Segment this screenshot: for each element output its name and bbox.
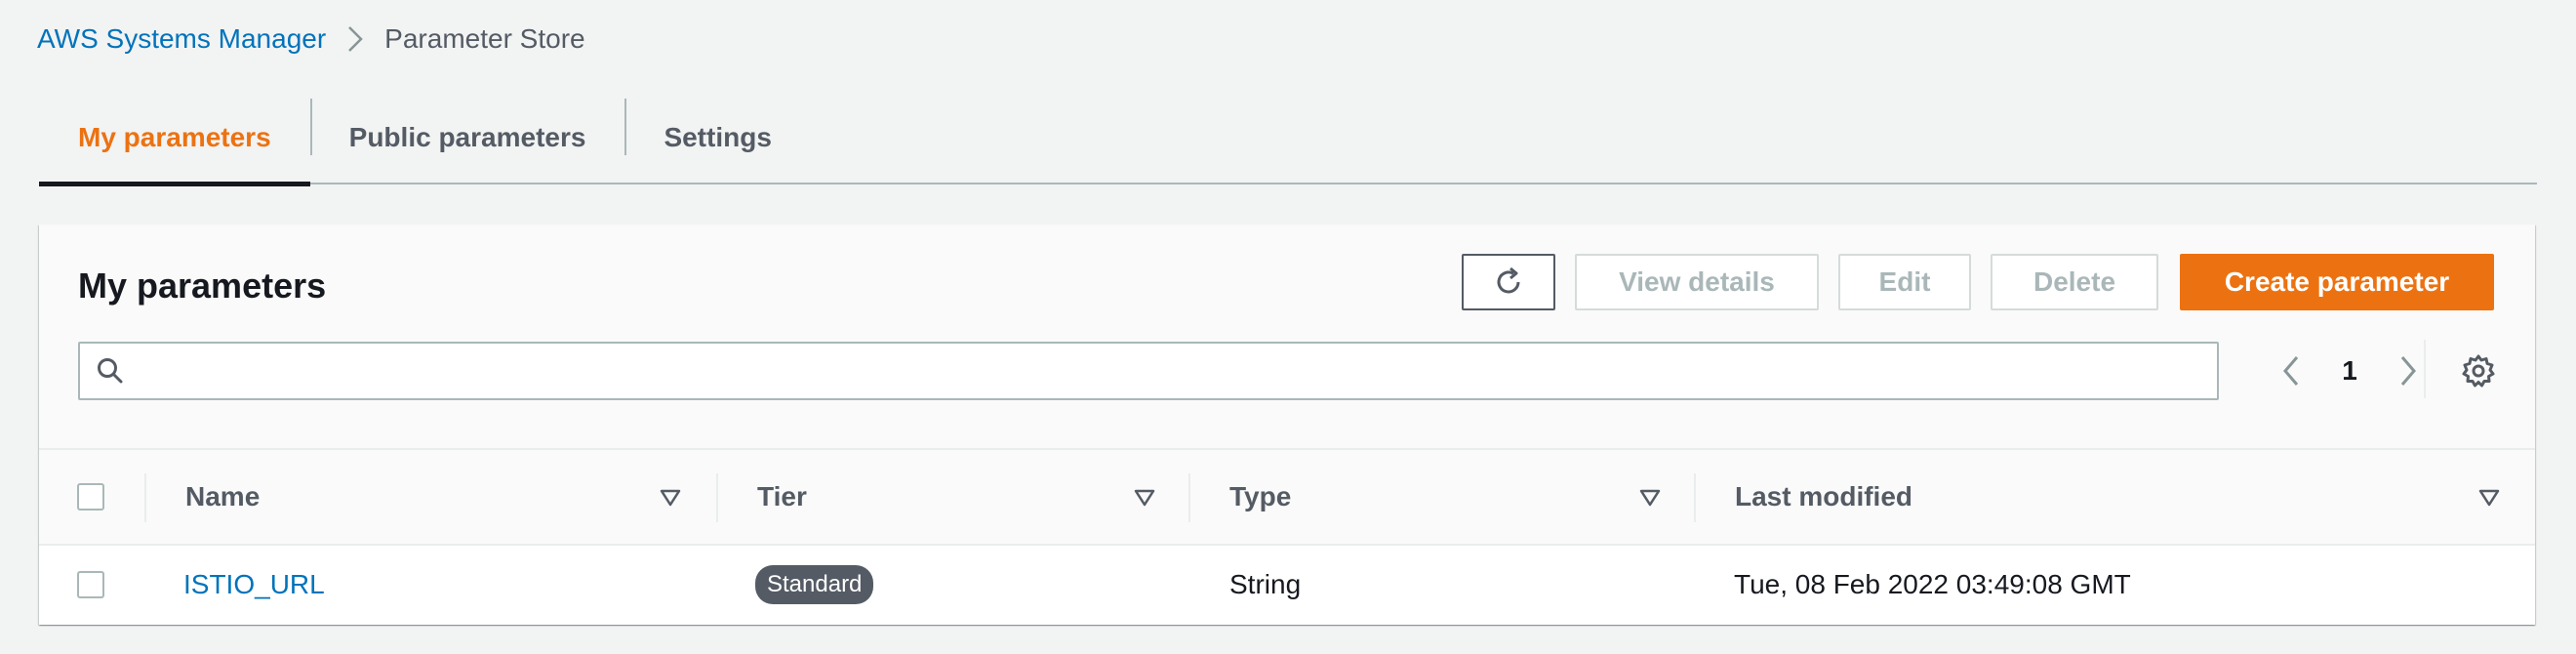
tab-my-parameters[interactable]: My parameters — [39, 93, 310, 186]
parameter-store-page: AWS Systems Manager Parameter Store My p… — [0, 0, 2576, 654]
breadcrumb: AWS Systems Manager Parameter Store — [37, 20, 585, 59]
pagination-divider — [2424, 340, 2426, 398]
tier-badge: Standard — [755, 565, 874, 604]
tab-settings[interactable]: Settings — [624, 93, 810, 183]
last-modified-cell: Tue, 08 Feb 2022 03:49:08 GMT — [1734, 569, 2131, 599]
view-details-button[interactable]: View details — [1575, 254, 1819, 310]
column-header-tier[interactable]: Tier — [757, 450, 807, 544]
search-input[interactable] — [141, 344, 2217, 398]
chevron-right-icon — [2400, 356, 2416, 386]
sort-caret-icon[interactable] — [2476, 485, 2502, 511]
panel-title: My parameters — [78, 266, 327, 306]
column-header-type[interactable]: Type — [1229, 450, 1291, 544]
table-header: Name Tier Type Last modified — [39, 450, 2535, 546]
previous-page-button[interactable] — [2264, 344, 2318, 398]
row-select-checkbox[interactable] — [77, 571, 104, 598]
parameters-panel: My parameters View details Edit Delete C… — [39, 225, 2535, 625]
next-page-button[interactable] — [2381, 344, 2435, 398]
chevron-right-icon — [326, 20, 384, 59]
column-divider — [1694, 473, 1696, 522]
tab-public-parameters[interactable]: Public parameters — [309, 93, 625, 183]
sort-caret-icon[interactable] — [1132, 485, 1157, 511]
tab-bar: My parameters Public parameters Settings — [39, 93, 2537, 186]
panel-header: My parameters View details Edit Delete C… — [39, 225, 2535, 450]
gear-icon — [2462, 354, 2495, 388]
edit-button[interactable]: Edit — [1838, 254, 1971, 310]
type-cell: String — [1229, 569, 1302, 599]
breadcrumb-current: Parameter Store — [384, 23, 585, 54]
chevron-left-icon — [2283, 356, 2299, 386]
column-divider — [1188, 473, 1190, 522]
sort-caret-icon[interactable] — [658, 485, 683, 511]
select-all-checkbox[interactable] — [77, 483, 104, 511]
sort-caret-icon[interactable] — [1637, 485, 1663, 511]
column-header-name[interactable]: Name — [185, 450, 260, 544]
column-divider — [716, 473, 718, 522]
table-row[interactable]: ISTIO_URL Standard String Tue, 08 Feb 20… — [39, 546, 2535, 624]
preferences-button[interactable] — [2449, 342, 2508, 400]
column-divider — [144, 473, 146, 522]
refresh-button[interactable] — [1462, 254, 1555, 310]
refresh-icon — [1497, 266, 1520, 294]
breadcrumb-service-link[interactable]: AWS Systems Manager — [37, 23, 326, 55]
pagination: 1 — [2264, 342, 2435, 400]
delete-button[interactable]: Delete — [1991, 254, 2158, 310]
column-header-last-modified[interactable]: Last modified — [1735, 450, 1912, 544]
parameter-name-link[interactable]: ISTIO_URL — [183, 546, 325, 624]
search-icon — [80, 344, 141, 398]
page-number-current[interactable]: 1 — [2318, 355, 2381, 387]
search-field[interactable] — [78, 342, 2219, 400]
tier-cell: Standard — [755, 546, 874, 624]
create-parameter-button[interactable]: Create parameter — [2180, 254, 2494, 310]
